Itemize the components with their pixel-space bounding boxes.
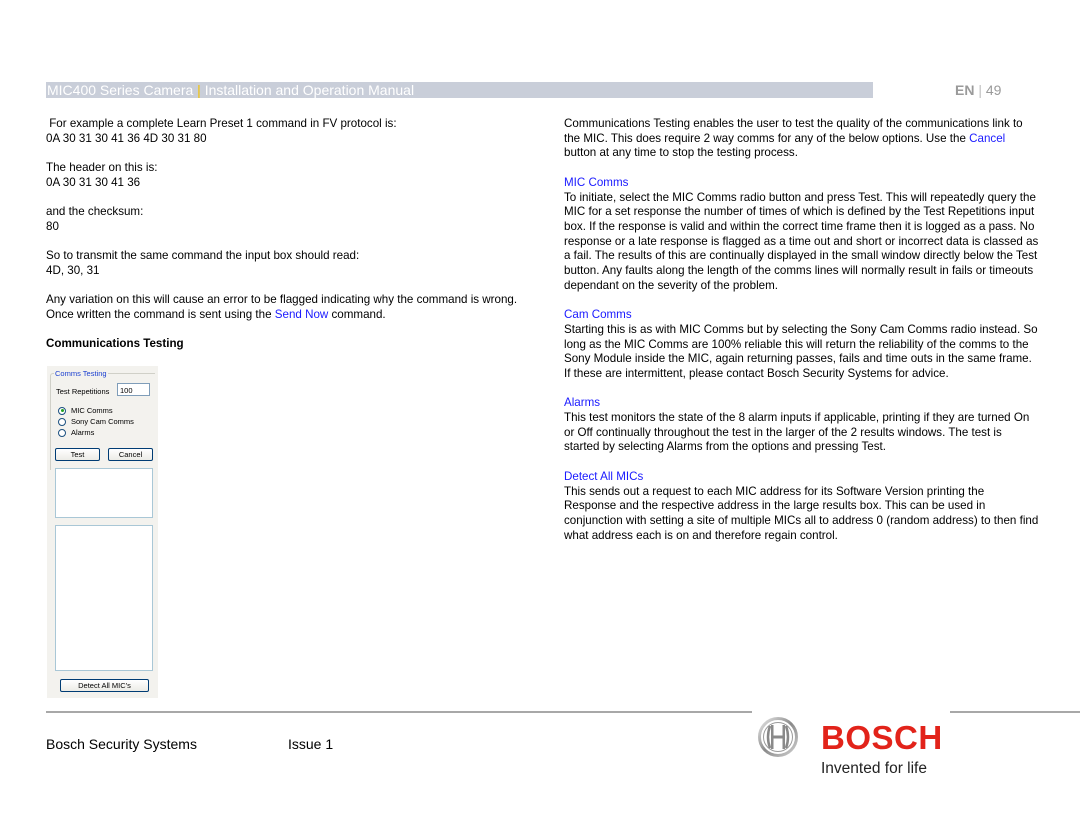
section-body: Starting this is as with MIC Comms but b… xyxy=(564,322,1038,380)
group-title: Comms Testing xyxy=(54,369,108,378)
test-repetitions-input[interactable]: 100 xyxy=(117,383,150,396)
paragraph: The header on this is: xyxy=(46,161,158,175)
cancel-link[interactable]: Cancel xyxy=(969,132,1005,145)
section-title-mic-comms: MIC Comms xyxy=(564,175,629,189)
radio-label: MIC Comms xyxy=(71,406,113,415)
page-number: 49 xyxy=(985,82,1002,98)
paragraph: Any variation on this will cause an erro… xyxy=(46,293,526,322)
paragraph: So to transmit the same command the inpu… xyxy=(46,249,360,263)
section-title-cam-comms: Cam Comms xyxy=(564,308,632,322)
document-title: MIC400 Series Camera | Installation and … xyxy=(47,82,414,98)
radio-selected-icon xyxy=(58,406,66,415)
results-small-box xyxy=(55,468,153,518)
section-title-alarms: Alarms xyxy=(564,396,601,410)
comms-testing-panel: Comms Testing Test Repetitions 100 MIC C… xyxy=(47,366,158,698)
paragraph: 4D, 30, 31 xyxy=(46,263,100,277)
radio-alarms[interactable]: Alarms xyxy=(58,428,94,437)
title-manual: Installation and Operation Manual xyxy=(204,82,415,98)
radio-mic-comms[interactable]: MIC Comms xyxy=(58,406,113,415)
paragraph-text: command. xyxy=(328,308,386,322)
bosch-logo-wordmark: BOSCH xyxy=(821,719,943,756)
paragraph: 80 xyxy=(46,219,59,233)
section-body: To initiate, select the MIC Comms radio … xyxy=(564,190,1039,292)
cancel-button[interactable]: Cancel xyxy=(108,448,153,461)
title-separator: | xyxy=(197,82,201,98)
language-code: EN xyxy=(955,82,975,98)
section-title-detect-all-mics: Detect All MICs xyxy=(564,469,644,483)
results-large-box xyxy=(55,525,153,671)
paragraph: 0A 30 31 30 41 36 xyxy=(46,175,141,189)
bosch-armature-icon xyxy=(758,717,798,757)
page-indicator: EN | 49 xyxy=(955,82,1001,98)
radio-label: Sony Cam Comms xyxy=(71,417,134,426)
paragraph-text: Communications Testing enables the user … xyxy=(564,117,1023,145)
footer-divider-gap xyxy=(752,711,950,713)
right-column: Communications Testing enables the user … xyxy=(564,117,1039,543)
footer-issue: Issue 1 xyxy=(288,736,334,752)
bosch-tagline: Invented for life xyxy=(821,760,927,777)
test-button[interactable]: Test xyxy=(55,448,100,461)
page-separator: | xyxy=(978,82,982,98)
radio-icon xyxy=(58,417,66,426)
detect-all-mics-button[interactable]: Detect All MIC's xyxy=(60,679,149,692)
section-body: This test monitors the state of the 8 al… xyxy=(564,411,1030,454)
paragraph: 0A 30 31 30 41 36 4D 30 31 80 xyxy=(46,131,207,145)
title-product: MIC400 Series Camera xyxy=(47,82,194,98)
radio-sony-cam-comms[interactable]: Sony Cam Comms xyxy=(58,417,134,426)
paragraph-text: button at any time to stop the testing p… xyxy=(564,146,798,160)
paragraph: For example a complete Learn Preset 1 co… xyxy=(46,117,397,130)
paragraph: and the checksum: xyxy=(46,205,144,219)
radio-label: Alarms xyxy=(71,428,95,437)
section-heading: Communications Testing xyxy=(46,337,184,351)
section-body: This sends out a request to each MIC add… xyxy=(564,484,1039,542)
test-repetitions-label: Test Repetitions xyxy=(56,387,110,396)
footer-company: Bosch Security Systems xyxy=(46,736,197,752)
send-now-link[interactable]: Send Now xyxy=(275,308,329,321)
intro-paragraph: Communications Testing enables the user … xyxy=(564,117,1039,161)
radio-icon xyxy=(58,428,66,437)
left-column: For example a complete Learn Preset 1 co… xyxy=(46,117,526,352)
